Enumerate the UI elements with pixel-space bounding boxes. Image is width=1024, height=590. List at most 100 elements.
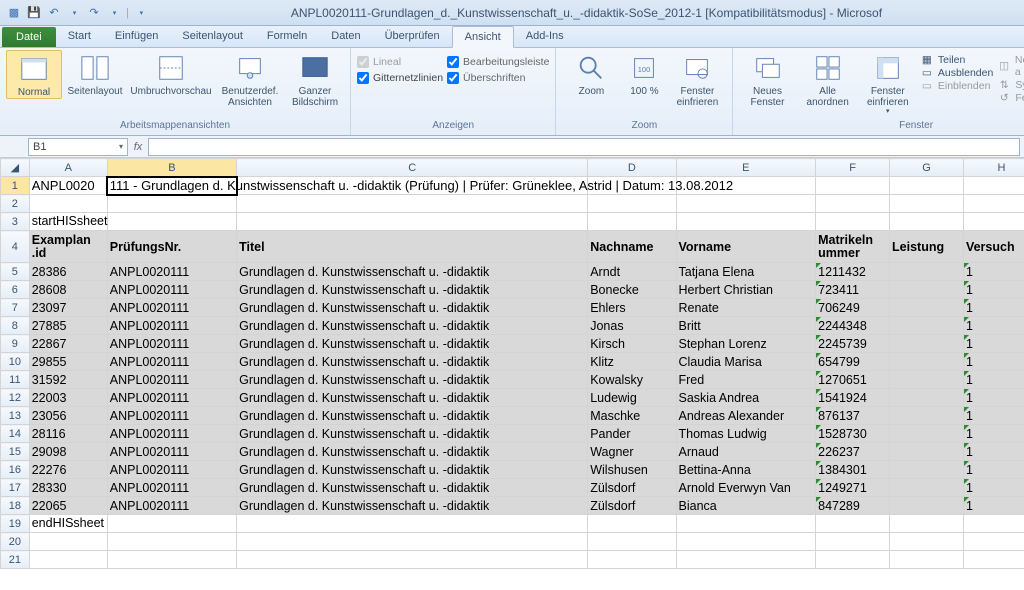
- save-icon[interactable]: 💾: [26, 5, 42, 21]
- cell[interactable]: 22003: [29, 389, 107, 407]
- freeze-panes-button[interactable]: Fenster einfrieren▾: [860, 50, 916, 116]
- cell[interactable]: 847289: [816, 497, 890, 515]
- tab-überprüfen[interactable]: Überprüfen: [373, 26, 452, 47]
- cell[interactable]: [676, 551, 816, 569]
- cell[interactable]: [890, 515, 964, 533]
- cell[interactable]: ANPL0020111: [107, 497, 236, 515]
- qat-customize[interactable]: [133, 5, 149, 21]
- row-header[interactable]: 18: [1, 497, 30, 515]
- row-header[interactable]: 1: [1, 177, 30, 195]
- col-header-H[interactable]: H: [963, 159, 1024, 177]
- cell[interactable]: [816, 213, 890, 231]
- cell[interactable]: [890, 461, 964, 479]
- cell[interactable]: Nachname: [588, 231, 676, 263]
- cell[interactable]: 1: [963, 353, 1024, 371]
- cell[interactable]: Thomas Ludwig: [676, 425, 816, 443]
- cell[interactable]: Grundlagen d. Kunstwissenschaft u. -dida…: [237, 299, 588, 317]
- cell[interactable]: 1: [963, 425, 1024, 443]
- cell[interactable]: [890, 335, 964, 353]
- cell[interactable]: [29, 551, 107, 569]
- cell[interactable]: Britt: [676, 317, 816, 335]
- redo-dropdown[interactable]: [106, 5, 122, 21]
- cell[interactable]: Fred: [676, 371, 816, 389]
- cell[interactable]: [237, 533, 588, 551]
- cell[interactable]: [237, 551, 588, 569]
- checkbox-formula-bar[interactable]: Bearbeitungsleiste: [447, 56, 549, 68]
- cell[interactable]: [588, 551, 676, 569]
- cell[interactable]: [107, 195, 236, 213]
- row-header[interactable]: 20: [1, 533, 30, 551]
- cell[interactable]: 1211432: [816, 263, 890, 281]
- cell[interactable]: 111 - Grundlagen d. Kunstwissenschaft u.…: [107, 177, 236, 195]
- row-header[interactable]: 10: [1, 353, 30, 371]
- cell[interactable]: [29, 533, 107, 551]
- cell[interactable]: Grundlagen d. Kunstwissenschaft u. -dida…: [237, 389, 588, 407]
- row-header[interactable]: 6: [1, 281, 30, 299]
- cell[interactable]: Andreas Alexander: [676, 407, 816, 425]
- cell[interactable]: [107, 515, 236, 533]
- cell[interactable]: Arnaud: [676, 443, 816, 461]
- cell[interactable]: 1384301: [816, 461, 890, 479]
- cell[interactable]: [890, 195, 964, 213]
- cell[interactable]: 2244348: [816, 317, 890, 335]
- cell[interactable]: Grundlagen d. Kunstwissenschaft u. -dida…: [237, 425, 588, 443]
- cell[interactable]: [890, 263, 964, 281]
- cell[interactable]: ANPL0020111: [107, 317, 236, 335]
- cell[interactable]: [890, 551, 964, 569]
- cell[interactable]: ANPL0020111: [107, 479, 236, 497]
- cell[interactable]: [816, 515, 890, 533]
- cell[interactable]: [890, 479, 964, 497]
- cell[interactable]: startHISsheet: [29, 213, 107, 231]
- cell[interactable]: 1: [963, 281, 1024, 299]
- view-fullscreen-button[interactable]: Ganzer Bildschirm: [286, 50, 344, 108]
- row-header[interactable]: 19: [1, 515, 30, 533]
- view-normal-button[interactable]: Normal: [6, 50, 62, 99]
- cell[interactable]: 27885: [29, 317, 107, 335]
- cell[interactable]: [816, 551, 890, 569]
- cell[interactable]: 1270651: [816, 371, 890, 389]
- view-custom-button[interactable]: Benutzerdef. Ansichten: [218, 50, 282, 108]
- cell[interactable]: Wilshusen: [588, 461, 676, 479]
- cell[interactable]: 654799: [816, 353, 890, 371]
- cell[interactable]: [890, 281, 964, 299]
- row-header[interactable]: 21: [1, 551, 30, 569]
- formula-input[interactable]: [148, 138, 1020, 156]
- cell[interactable]: [890, 213, 964, 231]
- cell[interactable]: 1: [963, 443, 1024, 461]
- cell[interactable]: Renate: [676, 299, 816, 317]
- cell[interactable]: [676, 515, 816, 533]
- cell[interactable]: 1541924: [816, 389, 890, 407]
- cell[interactable]: Bonecke: [588, 281, 676, 299]
- cell[interactable]: [890, 533, 964, 551]
- cell[interactable]: 1249271: [816, 479, 890, 497]
- cell[interactable]: ANPL0020111: [107, 389, 236, 407]
- view-page-layout-button[interactable]: Seitenlayout: [66, 50, 124, 97]
- cell[interactable]: Bianca: [676, 497, 816, 515]
- cell[interactable]: [963, 515, 1024, 533]
- select-all-corner[interactable]: ◢: [1, 159, 30, 177]
- cell[interactable]: [890, 317, 964, 335]
- cell[interactable]: 29855: [29, 353, 107, 371]
- cell[interactable]: Maschke: [588, 407, 676, 425]
- cell[interactable]: [588, 195, 676, 213]
- row-header[interactable]: 9: [1, 335, 30, 353]
- col-header-D[interactable]: D: [588, 159, 676, 177]
- tab-start[interactable]: Start: [56, 26, 103, 47]
- cell[interactable]: ANPL0020111: [107, 371, 236, 389]
- cell[interactable]: 1: [963, 479, 1024, 497]
- cell[interactable]: 876137: [816, 407, 890, 425]
- cell[interactable]: [676, 195, 816, 213]
- row-header[interactable]: 16: [1, 461, 30, 479]
- cell[interactable]: Claudia Marisa: [676, 353, 816, 371]
- cell[interactable]: 1: [963, 407, 1024, 425]
- checkbox-gridlines[interactable]: Gitternetzlinien: [357, 72, 443, 84]
- cell[interactable]: [963, 195, 1024, 213]
- cell[interactable]: ANPL0020111: [107, 425, 236, 443]
- cell[interactable]: PrüfungsNr.: [107, 231, 236, 263]
- cell[interactable]: Zülsdorf: [588, 497, 676, 515]
- cell[interactable]: 2245739: [816, 335, 890, 353]
- cell[interactable]: [816, 533, 890, 551]
- row-header[interactable]: 5: [1, 263, 30, 281]
- cell[interactable]: [237, 213, 588, 231]
- split-button[interactable]: ▦Teilen: [920, 54, 993, 66]
